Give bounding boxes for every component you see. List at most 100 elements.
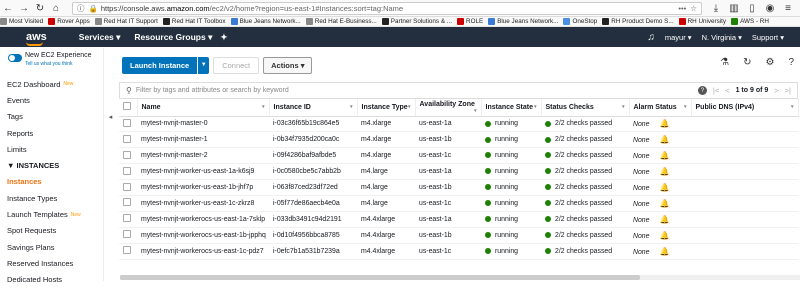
toggle-switch[interactable] <box>8 54 22 62</box>
bookmark-item[interactable]: RH Product Demo S... <box>602 18 674 25</box>
library-icon[interactable]: ▥ <box>726 0 742 16</box>
horizontal-scrollbar[interactable] <box>120 275 800 280</box>
feedback-link[interactable]: Tell us what you think <box>25 60 92 68</box>
user-menu[interactable]: mayur ▾ <box>665 33 692 42</box>
bookmark-item[interactable]: ROLE <box>457 18 483 25</box>
actions-button[interactable]: Actions ▾ <box>263 56 313 74</box>
bookmark-item[interactable]: OneStop <box>563 18 597 25</box>
create-alarm-icon[interactable]: 🔔 <box>659 119 669 128</box>
sort-icon[interactable]: ▾ <box>408 104 411 110</box>
account-icon[interactable]: ◉ <box>762 0 778 16</box>
table-row[interactable]: mytest-nvnjt-worker-us-east-1a-k6sj9 i-0c… <box>119 163 798 181</box>
forward-icon[interactable]: → <box>16 0 32 16</box>
back-icon[interactable]: ← <box>0 0 16 16</box>
create-alarm-icon[interactable]: 🔔 <box>659 247 669 256</box>
bookmark-item[interactable]: Most Visited <box>0 18 43 25</box>
column-header[interactable]: Public DNS (IPv4) ▾ <box>691 99 799 117</box>
table-row[interactable]: mytest-nvnjt-worker-us-east-1c-zkrz8 i-05… <box>119 195 798 212</box>
downloads-icon[interactable]: ⤓ <box>708 0 724 16</box>
sidebar-item-reserved-instances[interactable]: Reserved Instances <box>0 255 104 271</box>
sidebar-item-tags[interactable]: Tags <box>0 109 104 125</box>
bookmark-item[interactable]: Partner Solutions & ... <box>381 18 452 25</box>
table-row[interactable]: mytest-nvnjt-master-1 i-0b34f7935d200ca0c… <box>119 131 798 149</box>
column-header[interactable]: Instance ID ▾ <box>269 99 358 117</box>
sidebar-item-limits[interactable]: Limits <box>0 141 104 157</box>
sidebar-item-launch-templates[interactable]: Launch Templates New <box>0 206 104 222</box>
prev-page-icon[interactable]: < <box>725 86 729 95</box>
column-header[interactable]: Status Checks ▾ <box>541 99 630 117</box>
row-checkbox[interactable] <box>123 134 131 143</box>
launch-dropdown-icon[interactable]: ▼ <box>197 56 209 74</box>
bookmark-item[interactable]: Blue Jeans Network... <box>230 18 301 25</box>
table-row[interactable]: mytest-nvnjt-workerocs-us-east-1a-7sklp i… <box>119 211 798 228</box>
filter-input[interactable]: Filter by tags and attributes or search … <box>136 87 289 94</box>
create-alarm-icon[interactable]: 🔔 <box>659 183 669 192</box>
table-row[interactable]: mytest-nvnjt-master-0 i-03c36f65b19c864e5… <box>119 116 798 133</box>
create-alarm-icon[interactable]: 🔔 <box>659 151 669 160</box>
sort-icon[interactable]: ▾ <box>684 104 687 110</box>
sort-icon[interactable]: ▾ <box>534 104 537 110</box>
sidebar-item-instances[interactable]: Instances <box>0 174 104 190</box>
pin-icon[interactable]: ✦ <box>220 32 227 43</box>
bookmark-item[interactable]: Rover Apps <box>48 18 90 25</box>
url-bar[interactable]: ⓘ 🔒 https://console.aws. amazon.com/ec2/v… <box>72 1 702 15</box>
row-checkbox[interactable] <box>123 214 131 223</box>
services-menu[interactable]: Services ▾ <box>79 32 121 43</box>
bookmark-item[interactable]: Blue Jeans Network... <box>488 18 558 25</box>
column-header[interactable]: Name ▾ <box>137 99 270 117</box>
reload-icon[interactable]: ↻ <box>32 0 48 16</box>
column-header[interactable]: Availability Zone ▾ <box>415 99 482 117</box>
sort-icon[interactable]: ▾ <box>791 104 794 110</box>
table-row[interactable]: mytest-nvnjt-workerocs-us-east-1c-pdz7 i-… <box>119 243 798 260</box>
table-row[interactable]: mytest-nvnjt-workerocs-us-east-1b-jpphq i… <box>119 227 798 244</box>
next-page-icon[interactable]: > <box>774 86 778 95</box>
sort-icon[interactable]: ▾ <box>350 104 353 110</box>
settings-gear-icon[interactable]: ⚙ <box>765 57 774 68</box>
info-icon[interactable]: ⓘ <box>77 3 85 14</box>
refresh-icon[interactable]: ↻ <box>743 57 751 68</box>
bookmark-item[interactable]: Red Hat E-Business... <box>305 18 377 25</box>
sidebar-item-instance-types[interactable]: Instance Types <box>0 190 104 206</box>
bookmark-star-icon[interactable]: ☆ <box>690 4 697 13</box>
first-page-icon[interactable]: |< <box>713 86 719 95</box>
sidebar-item-ec2-dashboard[interactable]: EC2 Dashboard New <box>0 76 104 92</box>
row-checkbox[interactable] <box>123 166 131 175</box>
sort-icon[interactable]: ▾ <box>262 104 265 110</box>
connect-button[interactable]: Connect <box>213 56 260 74</box>
table-row[interactable]: mytest-nvnjt-master-2 i-09f4286baf9afbde5… <box>119 147 798 165</box>
column-header[interactable]: Instance Type ▾ <box>357 99 416 117</box>
sort-icon[interactable]: ▾ <box>474 108 477 114</box>
support-menu[interactable]: Support ▾ <box>752 33 784 42</box>
create-alarm-icon[interactable]: 🔔 <box>659 231 669 240</box>
row-checkbox[interactable] <box>123 182 131 191</box>
create-alarm-icon[interactable]: 🔔 <box>659 167 669 176</box>
bookmark-item[interactable]: AWS - RH <box>731 18 769 25</box>
sidebar-section-instances[interactable]: ▼ INSTANCES <box>0 157 104 173</box>
sidebar-item-dedicated-hosts[interactable]: Dedicated Hosts <box>0 272 104 288</box>
flask-icon[interactable]: ⚗ <box>720 57 729 68</box>
select-all-checkbox[interactable] <box>123 102 131 111</box>
aws-logo[interactable]: aws <box>26 31 47 46</box>
sidebar-item-spot-requests[interactable]: Spot Requests <box>0 223 104 239</box>
row-checkbox[interactable] <box>123 230 131 239</box>
bookmark-item[interactable]: Red Hat IT Support <box>94 18 158 25</box>
sidebar-icon[interactable]: ▯ <box>744 0 760 16</box>
table-row[interactable]: mytest-nvnjt-worker-us-east-1b-jhf7p i-06… <box>119 179 798 196</box>
resource-groups-menu[interactable]: Resource Groups ▾ <box>134 32 212 43</box>
help-icon[interactable]: ? <box>788 57 794 68</box>
create-alarm-icon[interactable]: 🔔 <box>659 199 669 208</box>
page-actions-button[interactable]: ••• <box>678 4 690 13</box>
create-alarm-icon[interactable]: 🔔 <box>659 135 669 144</box>
column-header[interactable]: Instance State ▾ <box>481 99 542 117</box>
collapse-sidebar-icon[interactable]: ◂ <box>106 110 115 124</box>
new-ec2-experience-toggle[interactable]: New EC2 Experience Tell us what you thin… <box>0 48 104 76</box>
notification-bell-icon[interactable]: ♫ <box>647 32 655 43</box>
sidebar-item-events[interactable]: Events <box>0 92 104 108</box>
row-checkbox[interactable] <box>123 246 131 255</box>
row-checkbox[interactable] <box>123 118 131 127</box>
region-menu[interactable]: N. Virginia ▾ <box>702 33 742 42</box>
sidebar-item-reports[interactable]: Reports <box>0 125 104 141</box>
bookmark-item[interactable]: RH University <box>678 18 726 25</box>
home-icon[interactable]: ⌂ <box>48 0 64 16</box>
row-checkbox[interactable] <box>123 150 131 159</box>
